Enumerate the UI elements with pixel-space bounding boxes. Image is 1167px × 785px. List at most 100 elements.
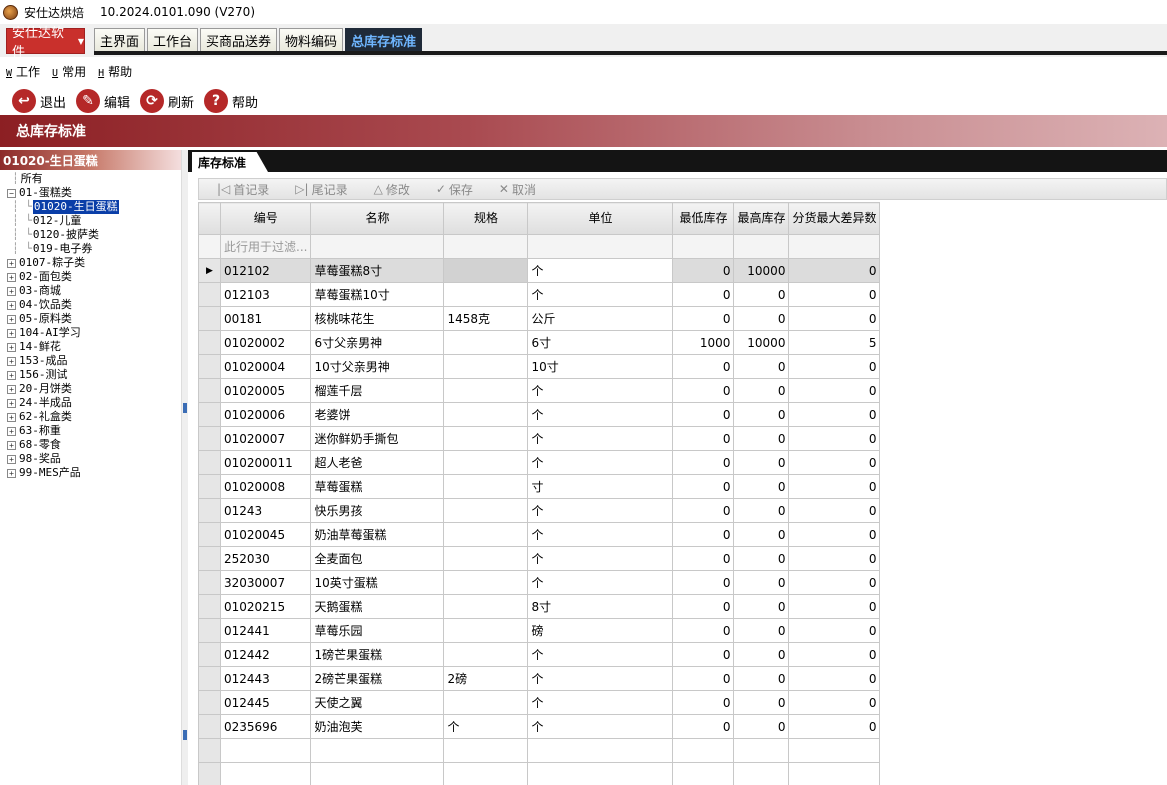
table-row[interactable]: 01020002 6寸父亲男神 6寸 1000 10000 5 [198, 330, 881, 355]
grid-cell[interactable]: 0 [733, 354, 790, 379]
grid-cell[interactable]: 0 [672, 498, 735, 523]
grid-cell[interactable]: 个 [443, 714, 529, 739]
grid-cell[interactable]: 0 [733, 546, 790, 571]
grid-cell[interactable]: 5 [788, 330, 881, 355]
grid-cell[interactable]: 个 [527, 402, 674, 427]
grid-cell[interactable]: 10000 [733, 258, 790, 283]
grid-cell[interactable]: 0 [733, 378, 790, 403]
grid-cell[interactable]: 草莓蛋糕 [310, 474, 445, 499]
column-header-3[interactable]: 规格 [443, 202, 529, 235]
grid-cell[interactable]: 010200011 [219, 450, 312, 475]
grid-cell[interactable] [443, 450, 529, 475]
table-row[interactable]: 01020045 奶油草莓蛋糕个 0 0 0 [198, 522, 881, 547]
grid-cell[interactable]: 01020006 [219, 402, 312, 427]
grid-cell[interactable]: 0 [788, 594, 881, 619]
grid-cell[interactable]: 252030 [219, 546, 312, 571]
grid-cell[interactable]: 个 [527, 426, 674, 451]
expand-icon[interactable]: + [7, 356, 16, 366]
tree-node[interactable]: +156-测试 [0, 368, 181, 382]
modify-button[interactable]: △ 修改 [374, 181, 410, 198]
grid-cell[interactable] [443, 402, 529, 427]
grid-cell[interactable]: 草莓蛋糕10寸 [310, 282, 445, 307]
filter-cell[interactable] [672, 234, 735, 259]
grid-cell[interactable]: 个 [527, 570, 674, 595]
expand-icon[interactable]: + [7, 468, 16, 478]
grid-cell[interactable]: 公斤 [527, 306, 674, 331]
tree-node[interactable]: +68-零食 [0, 438, 181, 452]
grid-cell[interactable]: 0 [672, 282, 735, 307]
grid-cell[interactable]: 0 [788, 642, 881, 667]
grid-cell[interactable]: 个 [527, 690, 674, 715]
grid-cell[interactable] [443, 570, 529, 595]
table-row[interactable]: 01020006 老婆饼个 0 0 0 [198, 402, 881, 427]
grid-cell[interactable]: 0 [672, 354, 735, 379]
filter-cell[interactable] [310, 234, 445, 259]
table-row[interactable]: 012445 天使之翼个 0 0 0 [198, 690, 881, 715]
grid-cell[interactable]: 0 [672, 402, 735, 427]
grid-cell[interactable]: 10英寸蛋糕 [310, 570, 445, 595]
grid-cell[interactable]: 10寸父亲男神 [310, 354, 445, 379]
tab-2[interactable]: 工作台 [147, 28, 199, 52]
grid-cell[interactable]: 0 [788, 258, 881, 283]
grid-cell[interactable]: 0 [672, 426, 735, 451]
grid-cell[interactable]: 个 [527, 258, 674, 283]
menu-item-3[interactable]: H 帮助 [98, 63, 132, 80]
expand-icon[interactable]: + [7, 314, 16, 324]
cancel-button[interactable]: ✕ 取消 [499, 181, 536, 198]
grid-cell[interactable]: 草莓蛋糕8寸 [310, 258, 445, 283]
tree-node[interactable]: +02-面包类 [0, 270, 181, 284]
collapse-icon[interactable]: − [7, 188, 16, 198]
expand-icon[interactable]: + [7, 426, 16, 436]
grid-cell[interactable]: 0 [788, 354, 881, 379]
toolbar-button-3[interactable]: ⟳ 刷新 [140, 89, 194, 113]
collapse-arrow-icon[interactable] [183, 730, 187, 740]
grid-cell[interactable]: 01020007 [219, 426, 312, 451]
grid-cell[interactable]: 0 [672, 642, 735, 667]
grid-cell[interactable]: 0 [672, 714, 735, 739]
grid-cell[interactable]: 全麦面包 [310, 546, 445, 571]
grid-cell[interactable]: 个 [527, 714, 674, 739]
grid-cell[interactable] [443, 522, 529, 547]
brand-menu-button[interactable]: 安仕达软件 ▼ [6, 26, 85, 60]
grid-cell[interactable]: 核桃味花生 [310, 306, 445, 331]
grid-cell[interactable]: 0 [672, 594, 735, 619]
table-row[interactable]: ▶ 012102 草莓蛋糕8寸个 0 10000 0 [198, 258, 881, 283]
grid-cell[interactable]: 1磅芒果蛋糕 [310, 642, 445, 667]
tree-node[interactable]: +24-半成品 [0, 396, 181, 410]
table-row[interactable]: 01020007 迷你鲜奶手撕包个 0 0 0 [198, 426, 881, 451]
grid-cell[interactable]: 8寸 [527, 594, 674, 619]
grid-cell[interactable]: 0 [733, 690, 790, 715]
grid-cell[interactable]: 天使之翼 [310, 690, 445, 715]
grid-cell[interactable]: 0 [788, 426, 881, 451]
grid-cell[interactable]: 0 [788, 378, 881, 403]
expand-icon[interactable]: + [7, 384, 16, 394]
first-record-button[interactable]: |◁ 首记录 [217, 181, 269, 198]
grid-cell[interactable]: 01020008 [219, 474, 312, 499]
tree-node[interactable]: ┆ └ 01020-生日蛋糕 [0, 200, 181, 214]
grid-cell[interactable]: 0 [672, 690, 735, 715]
grid-cell[interactable]: 0 [672, 306, 735, 331]
expand-icon[interactable]: + [7, 370, 16, 380]
grid-cell[interactable]: 0 [788, 690, 881, 715]
table-row[interactable]: 012103 草莓蛋糕10寸个 0 0 0 [198, 282, 881, 307]
grid-cell[interactable]: 个 [527, 498, 674, 523]
grid-cell[interactable]: 012445 [219, 690, 312, 715]
grid-cell[interactable]: 1000 [672, 330, 735, 355]
tab-5[interactable]: 总库存标准 [345, 28, 423, 52]
grid-cell[interactable]: 01020005 [219, 378, 312, 403]
grid-cell[interactable]: 32030007 [219, 570, 312, 595]
grid-cell[interactable]: 0 [733, 450, 790, 475]
column-header-6[interactable]: 最高库存 [733, 202, 790, 235]
expand-icon[interactable]: + [7, 258, 16, 268]
table-row[interactable]: 252030 全麦面包个 0 0 0 [198, 546, 881, 571]
expand-icon[interactable]: + [7, 412, 16, 422]
grid-cell[interactable]: 2磅 [443, 666, 529, 691]
grid-cell[interactable] [443, 354, 529, 379]
grid-cell[interactable]: 老婆饼 [310, 402, 445, 427]
menu-item-2[interactable]: U 常用 [52, 63, 86, 80]
grid-cell[interactable]: 0 [733, 498, 790, 523]
grid-cell[interactable] [443, 282, 529, 307]
table-row[interactable]: 32030007 10英寸蛋糕个 0 0 0 [198, 570, 881, 595]
grid-cell[interactable]: 0 [672, 450, 735, 475]
grid-cell[interactable] [443, 258, 529, 283]
